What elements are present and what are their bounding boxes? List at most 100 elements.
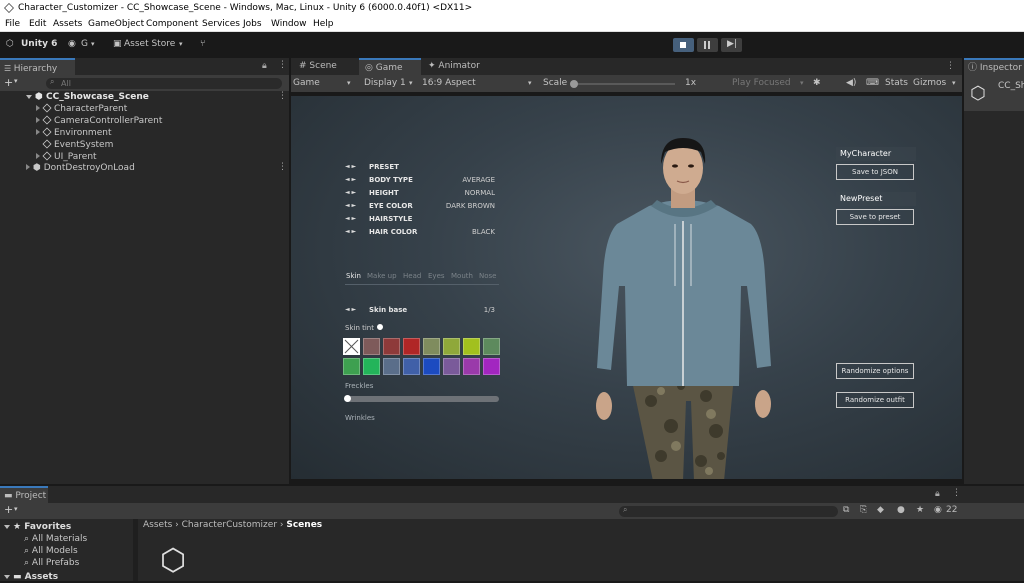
pane-splitter[interactable] [133, 519, 138, 581]
version-control-icon[interactable]: ⑂ [200, 38, 205, 51]
warning-filter-icon[interactable]: ● [897, 505, 905, 515]
skin-base-arrows[interactable]: ◄ ► [345, 306, 356, 313]
hierarchy-search-input[interactable]: ⌕ All [46, 77, 282, 89]
skin-tint-swatch[interactable] [403, 358, 420, 375]
tab-animator[interactable]: ✦ Animator [424, 58, 494, 75]
skin-tint-swatch[interactable] [363, 358, 380, 375]
stats-button[interactable]: Stats [885, 75, 908, 92]
option-arrows-hair-color[interactable]: ◄ ► [345, 228, 356, 235]
save-json-button[interactable]: Save to JSON [836, 164, 914, 180]
randomize-options-button[interactable]: Randomize options [836, 363, 914, 379]
tab-inspector[interactable]: ⓘ Inspector [964, 58, 1024, 75]
skin-tint-swatch[interactable] [403, 338, 420, 355]
breadcrumb-item[interactable]: Assets [143, 520, 172, 530]
randomize-outfit-button[interactable]: Randomize outfit [836, 392, 914, 408]
skin-tint-swatch[interactable] [363, 338, 380, 355]
category-tab-nose[interactable]: Nose [479, 272, 496, 280]
menu-edit[interactable]: Edit [29, 16, 46, 32]
hierarchy-item-characterparent[interactable]: CharacterParent [36, 103, 127, 115]
menu-services[interactable]: Services [202, 16, 240, 32]
bug-icon[interactable]: ✱ [813, 75, 821, 92]
category-tab-mouth[interactable]: Mouth [451, 272, 473, 280]
skin-tint-swatch[interactable] [463, 358, 480, 375]
menu-window[interactable]: Window [271, 16, 307, 32]
gizmos-button[interactable]: Gizmos [913, 75, 946, 92]
account-button[interactable]: G [81, 38, 88, 51]
hierarchy-item-environment[interactable]: Environment [36, 127, 111, 139]
more-icon[interactable]: ⋮ [946, 61, 955, 71]
favorite-all-prefabs[interactable]: ⌕ All Prefabs [24, 557, 79, 569]
menu-jobs[interactable]: Jobs [243, 16, 262, 32]
audio-icon[interactable]: ◀) [846, 75, 856, 92]
category-tab-makeup[interactable]: Make up [367, 272, 397, 280]
scale-slider[interactable] [573, 83, 675, 85]
category-tab-head[interactable]: Head [403, 272, 421, 280]
freckles-slider[interactable] [345, 396, 499, 402]
save-preset-button[interactable]: Save to preset [836, 209, 914, 225]
skin-tint-swatch[interactable] [383, 358, 400, 375]
preset-name-field[interactable]: NewPreset [836, 192, 916, 206]
skin-tint-swatch[interactable] [443, 358, 460, 375]
freckles-slider-handle[interactable] [344, 395, 351, 402]
step-button[interactable]: ▶| [721, 38, 742, 52]
tab-scene[interactable]: # Scene [291, 58, 359, 75]
option-arrows-preset[interactable]: ◄ ► [345, 163, 356, 170]
menu-file[interactable]: File [5, 16, 20, 32]
favorites-header[interactable]: ★ Favorites [4, 521, 71, 533]
scene-asset-icon[interactable]: ⬡ [155, 541, 191, 581]
skin-tint-swatch[interactable] [383, 338, 400, 355]
breadcrumb-item[interactable]: CharacterCustomizer [182, 520, 277, 530]
lock-icon[interactable]: 🔒︎ [262, 61, 267, 71]
tag-icon[interactable]: ◆ [877, 505, 884, 515]
more-icon[interactable]: ⋮ [278, 162, 287, 172]
filter-type-icon[interactable]: ⧉ [843, 505, 849, 515]
skin-tint-swatch[interactable] [343, 338, 360, 355]
project-search-input[interactable]: ⌕ [619, 505, 838, 517]
eye-icon[interactable]: ◉ [934, 505, 942, 515]
tab-hierarchy[interactable]: ☰ Hierarchy [0, 58, 75, 75]
skin-tint-swatch[interactable] [483, 338, 500, 355]
skin-tint-swatch[interactable] [463, 338, 480, 355]
play-button[interactable] [673, 38, 694, 52]
favorite-all-materials[interactable]: ⌕ All Materials [24, 533, 87, 545]
skin-tint-swatch[interactable] [343, 358, 360, 375]
scale-slider-handle[interactable] [570, 80, 578, 88]
add-icon[interactable]: + [4, 503, 13, 516]
option-arrows-height[interactable]: ◄ ► [345, 189, 356, 196]
option-arrows-body-type[interactable]: ◄ ► [345, 176, 356, 183]
more-icon[interactable]: ⋮ [278, 60, 287, 70]
lock-icon[interactable]: 🔒︎ [935, 489, 940, 499]
skin-tint-swatch[interactable] [443, 338, 460, 355]
hierarchy-item-eventsystem[interactable]: EventSystem [42, 139, 113, 151]
option-arrows-eye-color[interactable]: ◄ ► [345, 202, 356, 209]
skin-tint-swatch[interactable] [423, 338, 440, 355]
favorite-all-models[interactable]: ⌕ All Models [24, 545, 78, 557]
menu-assets[interactable]: Assets [53, 16, 82, 32]
hierarchy-item-dontdestroyonload[interactable]: ⬢ DontDestroyOnLoad [26, 162, 135, 174]
skin-tint-swatch[interactable] [423, 358, 440, 375]
tab-game[interactable]: ◎ Game [359, 58, 421, 75]
category-tab-eyes[interactable]: Eyes [428, 272, 445, 280]
game-view[interactable]: ◄ ► PRESET ◄ ► BODY TYPE AVERAGE ◄ ► HEI… [291, 96, 962, 479]
add-icon[interactable]: + [4, 76, 13, 89]
more-icon[interactable]: ⋮ [278, 91, 287, 101]
assets-root[interactable]: ▬ Assets [4, 571, 58, 583]
option-arrows-hairstyle[interactable]: ◄ ► [345, 215, 356, 222]
asset-store-button[interactable]: Asset Store [124, 38, 175, 51]
keyboard-icon[interactable]: ⌨ [866, 75, 879, 92]
more-icon[interactable]: ⋮ [952, 488, 961, 498]
account-icon[interactable]: ◉ [68, 38, 76, 51]
play-focused-dropdown[interactable]: Play Focused [732, 75, 791, 92]
character-name-field[interactable]: MyCharacter [836, 147, 916, 161]
aspect-dropdown[interactable]: 16:9 Aspect [422, 75, 476, 92]
menu-help[interactable]: Help [313, 16, 334, 32]
pause-button[interactable] [697, 38, 718, 52]
category-tab-skin[interactable]: Skin [346, 272, 361, 280]
breadcrumb-item-current[interactable]: Scenes [286, 520, 322, 530]
hierarchy-item-scene[interactable]: ⬢ CC_Showcase_Scene [26, 91, 149, 103]
menu-component[interactable]: Component [146, 16, 198, 32]
save-search-icon[interactable]: ★ [916, 505, 924, 515]
menu-gameobject[interactable]: GameObject [88, 16, 144, 32]
filter-label-icon[interactable]: ⎘ [860, 505, 867, 515]
skin-tint-swatch[interactable] [483, 358, 500, 375]
